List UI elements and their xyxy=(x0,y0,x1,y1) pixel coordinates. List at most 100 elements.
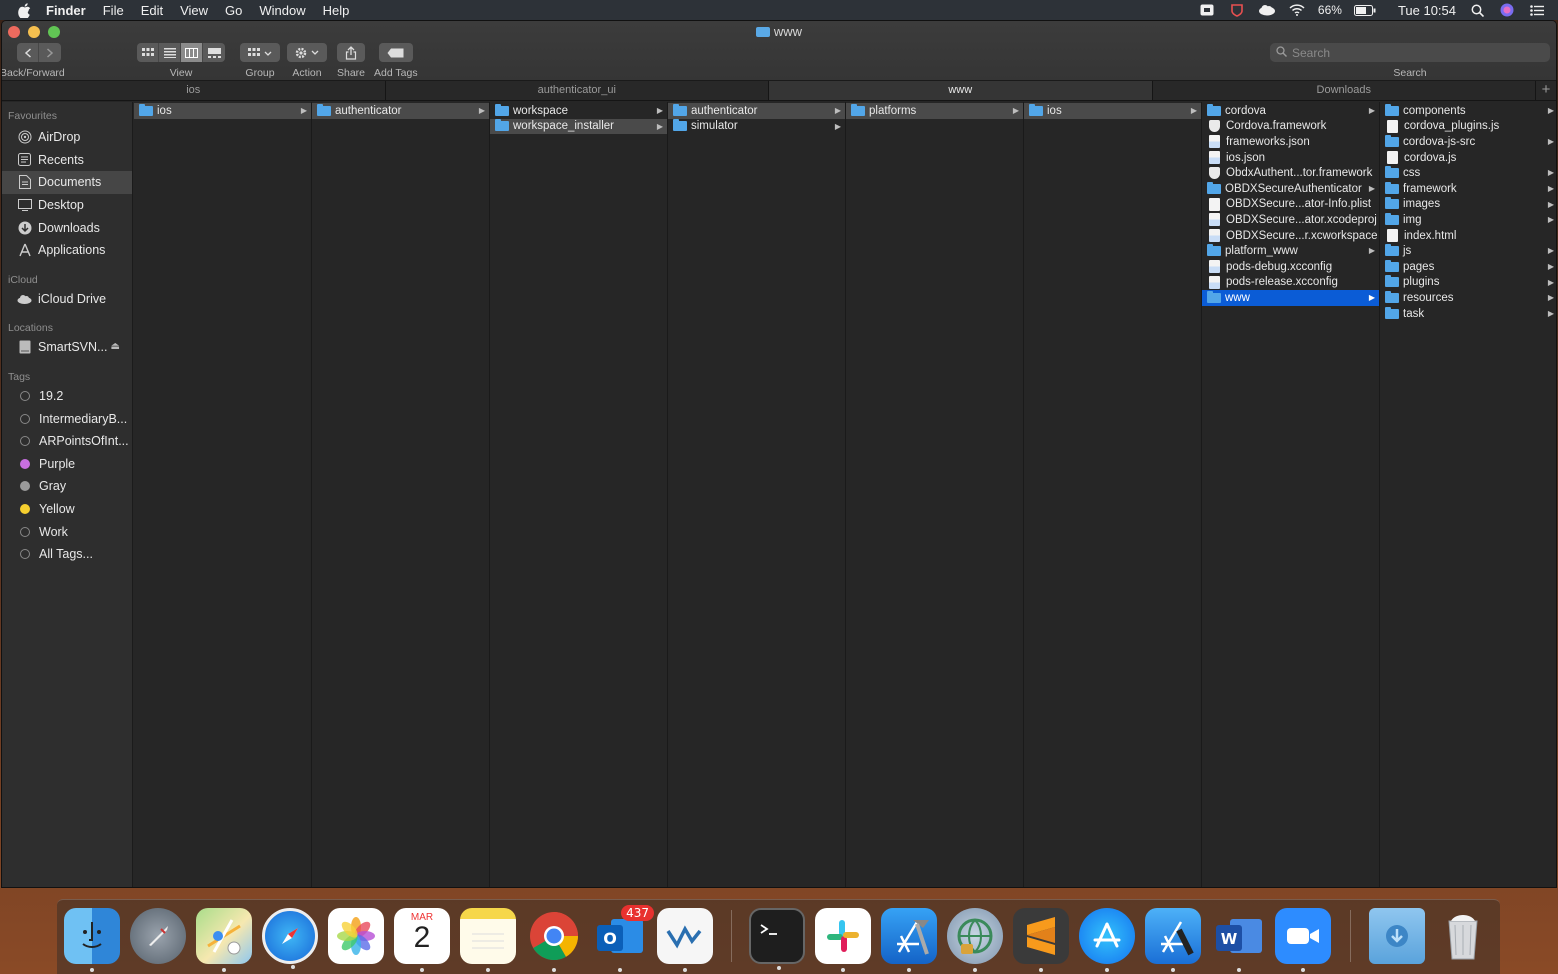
file-row[interactable]: cordova_plugins.js xyxy=(1380,119,1556,135)
file-row[interactable]: OBDXSecureAuthenticator ▶ xyxy=(1202,181,1379,197)
file-row[interactable]: img ▶ xyxy=(1380,212,1556,228)
file-row[interactable]: plugins ▶ xyxy=(1380,275,1556,291)
menu-go[interactable]: Go xyxy=(225,3,242,18)
outlook-icon[interactable]: O 437 xyxy=(592,905,654,972)
file-row[interactable]: platforms ▶ xyxy=(846,103,1023,119)
list-view-button[interactable] xyxy=(159,43,181,62)
downloads-stack-icon[interactable] xyxy=(1369,908,1425,964)
tab-www[interactable]: www xyxy=(769,81,1153,100)
file-row[interactable]: cordova.js xyxy=(1380,150,1556,166)
file-row[interactable]: js ▶ xyxy=(1380,243,1556,259)
sidebar-item-applications[interactable]: Applications xyxy=(2,239,132,262)
sidebar-tag-all-tags[interactable]: All Tags... xyxy=(2,543,132,566)
slack-icon[interactable] xyxy=(815,908,871,972)
sidebar-item-airdrop[interactable]: AirDrop xyxy=(2,126,132,149)
wifi-icon[interactable] xyxy=(1288,3,1306,17)
tab-authenticator-ui[interactable]: authenticator_ui xyxy=(386,81,769,100)
file-row[interactable]: workspace_installer ▶ xyxy=(490,118,667,135)
column-view-button[interactable] xyxy=(181,43,203,62)
share-button[interactable] xyxy=(337,43,366,62)
file-row[interactable]: cordova ▶ xyxy=(1202,103,1379,119)
file-row[interactable]: images ▶ xyxy=(1380,197,1556,213)
file-row[interactable]: authenticator ▶ xyxy=(668,103,845,119)
sidebar-tag-intermediary[interactable]: IntermediaryB... xyxy=(2,407,132,430)
sidebar-tag-gray[interactable]: Gray xyxy=(2,475,132,498)
menubar-clock[interactable]: Tue 10:54 xyxy=(1398,3,1456,18)
menu-edit[interactable]: Edit xyxy=(141,3,163,18)
file-row[interactable]: pages ▶ xyxy=(1380,259,1556,275)
app-store-icon[interactable] xyxy=(1079,908,1135,972)
menu-window[interactable]: Window xyxy=(259,3,305,18)
sidebar-item-desktop[interactable]: Desktop xyxy=(2,194,132,217)
search-field[interactable]: Search xyxy=(1270,43,1550,62)
group-button[interactable] xyxy=(240,43,280,62)
notification-center-icon[interactable] xyxy=(1528,3,1546,17)
file-row[interactable]: authenticator ▶ xyxy=(312,103,489,119)
file-row[interactable]: cordova-js-src ▶ xyxy=(1380,134,1556,150)
new-tab-button[interactable]: + xyxy=(1536,81,1556,100)
file-row[interactable]: task ▶ xyxy=(1380,306,1556,322)
zoom-icon[interactable] xyxy=(1275,908,1331,972)
file-row[interactable]: ios ▶ xyxy=(1024,103,1201,119)
apple-menu-icon[interactable] xyxy=(16,2,32,18)
finder-icon[interactable] xyxy=(64,908,120,972)
file-row[interactable]: ObdxAuthent...tor.framework xyxy=(1202,165,1379,181)
menu-file[interactable]: File xyxy=(103,3,124,18)
sidebar-item-smartsvn[interactable]: SmartSVN... ⏏ xyxy=(2,336,132,359)
file-row[interactable]: OBDXSecure...ator-Info.plist xyxy=(1202,197,1379,213)
sidebar-tag-arpoints[interactable]: ARPointsOfInt... xyxy=(2,430,132,453)
file-row[interactable]: platform_www ▶ xyxy=(1202,243,1379,259)
smartsvn-icon[interactable] xyxy=(657,908,713,972)
gallery-view-button[interactable] xyxy=(203,43,225,62)
notes-icon[interactable] xyxy=(460,908,516,972)
menu-view[interactable]: View xyxy=(180,3,208,18)
sidebar-tag-19-2[interactable]: 19.2 xyxy=(2,385,132,408)
file-row[interactable]: www ▶ xyxy=(1202,290,1379,306)
file-row[interactable]: index.html xyxy=(1380,228,1556,244)
spotlight-search-icon[interactable] xyxy=(1468,3,1486,17)
file-row[interactable]: OBDXSecure...ator.xcodeproj xyxy=(1202,212,1379,228)
sidebar-tag-yellow[interactable]: Yellow xyxy=(2,498,132,521)
file-row[interactable]: Cordova.framework xyxy=(1202,119,1379,135)
calendar-icon[interactable]: MAR 2 xyxy=(394,908,450,972)
file-row[interactable]: ios ▶ xyxy=(134,103,311,119)
battery-icon[interactable] xyxy=(1353,3,1376,17)
trash-icon[interactable] xyxy=(1435,908,1491,964)
menu-help[interactable]: Help xyxy=(323,3,350,18)
back-button[interactable] xyxy=(17,43,40,62)
sidebar-item-recents[interactable]: Recents xyxy=(2,149,132,172)
file-row[interactable]: framework ▶ xyxy=(1380,181,1556,197)
launchpad-icon[interactable] xyxy=(130,908,186,964)
file-row[interactable]: pods-release.xcconfig xyxy=(1202,275,1379,291)
xcode-beta-icon[interactable] xyxy=(1145,908,1201,972)
chrome-icon[interactable] xyxy=(526,908,582,972)
photos-icon[interactable] xyxy=(328,908,384,964)
file-row[interactable]: ios.json xyxy=(1202,150,1379,166)
file-row[interactable]: resources ▶ xyxy=(1380,290,1556,306)
tab-downloads[interactable]: Downloads xyxy=(1153,81,1536,100)
siri-icon[interactable] xyxy=(1498,3,1516,17)
word-icon[interactable]: W xyxy=(1211,908,1267,972)
screen-record-icon[interactable] xyxy=(1198,3,1216,17)
file-row[interactable]: OBDXSecure...r.xcworkspace xyxy=(1202,228,1379,244)
cloud-status-icon[interactable] xyxy=(1258,3,1276,17)
tab-ios[interactable]: ios xyxy=(2,81,386,100)
file-row[interactable]: simulator ▶ xyxy=(668,119,845,135)
sidebar-item-downloads[interactable]: Downloads xyxy=(2,216,132,239)
file-row[interactable]: css ▶ xyxy=(1380,165,1556,181)
forward-button[interactable] xyxy=(39,43,61,62)
file-row[interactable]: frameworks.json xyxy=(1202,134,1379,150)
xcode-icon[interactable] xyxy=(881,908,937,972)
add-tags-button[interactable] xyxy=(378,43,413,62)
file-row[interactable]: components ▶ xyxy=(1380,103,1556,119)
action-button[interactable] xyxy=(287,43,327,62)
terminal-icon[interactable] xyxy=(749,908,805,970)
sublime-icon[interactable] xyxy=(1013,908,1069,972)
menu-app-finder[interactable]: Finder xyxy=(46,3,86,18)
file-row[interactable]: workspace ▶ xyxy=(490,103,667,119)
sidebar-tag-purple[interactable]: Purple xyxy=(2,453,132,476)
safari-icon[interactable] xyxy=(262,908,318,969)
sidebar-item-icloud-drive[interactable]: iCloud Drive xyxy=(2,288,132,311)
vpn-icon[interactable] xyxy=(947,908,1003,972)
eject-icon[interactable]: ⏏ xyxy=(111,341,120,352)
